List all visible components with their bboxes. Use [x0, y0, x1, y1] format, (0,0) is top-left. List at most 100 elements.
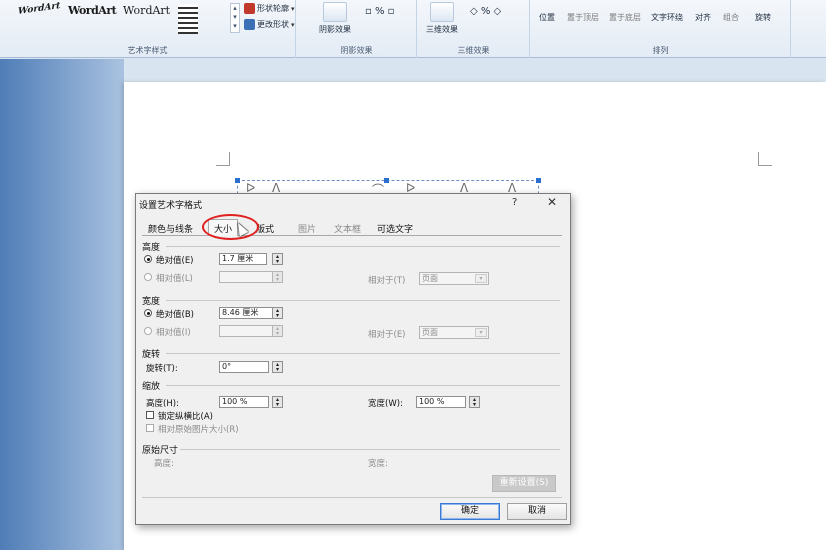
height-relative-to-label: 相对于(T) — [368, 276, 406, 286]
group-3d-effects: 三维效果 ◇ % ◇ 三维效果 — [418, 0, 530, 58]
group-label-arrange: 排列 — [652, 46, 669, 55]
height-relative-to-select[interactable]: 页面 ▾ — [419, 272, 489, 285]
wordart-style-3[interactable]: WordArt — [123, 4, 170, 17]
tab-colors-lines[interactable]: 颜色与线条 — [148, 222, 193, 235]
width-relative-label: 相对值(I) — [156, 328, 191, 338]
margin-corner-right — [758, 152, 772, 166]
scale-height-input[interactable]: 100 % — [219, 396, 269, 408]
width-absolute-spinner[interactable]: ▴ ▾ — [272, 307, 283, 319]
group-label-shadow-effects: 阴影效果 — [340, 46, 373, 55]
original-width-label: 宽度: — [368, 459, 388, 469]
rotate-spinner[interactable]: ▴ ▾ — [272, 361, 283, 373]
width-relative-radio[interactable] — [144, 327, 152, 335]
width-relative-to-label: 相对于(E) — [368, 330, 406, 340]
format-wordart-dialog: 设置艺术字格式 ? ✕ 颜色与线条 大小 版式 图片 文本框 可选文字 高度 绝… — [135, 193, 571, 525]
width-absolute-input[interactable]: 8.46 厘米 — [219, 307, 273, 319]
scale-width-label: 宽度(W): — [368, 399, 403, 409]
height-absolute-radio[interactable] — [144, 255, 152, 263]
wordart-style-1[interactable]: WordArt — [18, 1, 60, 17]
width-relative-to-value: 页面 — [422, 328, 438, 337]
section-divider — [166, 300, 560, 301]
shadow-nudge-buttons[interactable]: ▫ % ▫ — [365, 6, 394, 17]
width-relative-spinner[interactable]: ▴ ▾ — [272, 325, 283, 337]
section-divider — [166, 246, 560, 247]
wordart-style-4[interactable] — [178, 4, 198, 34]
cancel-button[interactable]: 取消 — [507, 503, 567, 520]
close-icon[interactable]: ✕ — [547, 195, 557, 209]
height-relative-radio[interactable] — [144, 273, 152, 281]
height-relative-label: 相对值(L) — [156, 274, 193, 284]
bring-to-front-label: 置于顶层 — [567, 13, 599, 22]
height-absolute-label: 绝对值(E) — [156, 256, 194, 266]
section-scale-header: 缩放 — [142, 382, 161, 392]
group-arrange: 位置 置于顶层 置于底层 文字环绕 对齐 组合 旋转 排列 — [531, 0, 791, 58]
width-relative-to-select[interactable]: 页面 ▾ — [419, 326, 489, 339]
resize-handle[interactable] — [536, 178, 541, 183]
shadow-effect-button[interactable]: 阴影效果 — [315, 2, 355, 35]
resize-handle[interactable] — [235, 178, 240, 183]
dialog-title: 设置艺术字格式 — [139, 201, 203, 211]
align-label: 对齐 — [695, 13, 711, 22]
wordart-style-2[interactable]: WordArt — [68, 4, 117, 17]
tab-picture[interactable]: 图片 — [298, 222, 316, 235]
relative-original-checkbox[interactable] — [146, 424, 154, 432]
section-divider — [180, 449, 560, 450]
ribbon: WordArt WordArt WordArt ▴ ▾ ▾ 形状轮廓 ▾ 更改形状 ▾ … — [0, 0, 826, 58]
position-label: 位置 — [539, 13, 555, 22]
shape-outline-button[interactable]: 形状轮廓 ▾ — [244, 3, 295, 14]
group-label-3d-effects: 三维效果 — [457, 46, 490, 55]
height-relative-input[interactable] — [219, 271, 279, 283]
3d-tilt-buttons[interactable]: ◇ % ◇ — [470, 6, 501, 17]
highlight-circle — [202, 214, 259, 240]
scale-height-label: 高度(H): — [146, 399, 179, 409]
shadow-effect-label: 阴影效果 — [319, 25, 351, 34]
resize-handle[interactable] — [384, 178, 389, 183]
text-wrap-button[interactable]: 文字环绕 — [647, 12, 687, 23]
scale-width-input[interactable]: 100 % — [416, 396, 466, 408]
position-button[interactable]: 位置 — [527, 12, 567, 23]
group-label: 组合 — [723, 13, 739, 22]
bring-to-front-button[interactable]: 置于顶层 — [563, 12, 603, 23]
group-label-wordart-styles: 艺术字样式 — [127, 46, 168, 55]
height-absolute-input[interactable]: 1.7 厘米 — [219, 253, 267, 265]
ok-button[interactable]: 确定 — [440, 503, 500, 520]
shape-outline-label: 形状轮廓 — [257, 4, 289, 13]
height-absolute-spinner[interactable]: ▴ ▾ — [272, 253, 283, 265]
tab-alt-text[interactable]: 可选文字 — [377, 222, 413, 235]
3d-effect-button[interactable]: 三维效果 — [422, 2, 462, 35]
rotate-button[interactable]: 旋转 — [743, 12, 783, 23]
original-height-label: 高度: — [154, 459, 174, 469]
rotate-label: 旋转 — [755, 13, 771, 22]
gallery-scroll[interactable]: ▴ ▾ ▾ — [230, 3, 240, 33]
section-divider — [166, 385, 560, 386]
shape-outline-icon — [244, 3, 255, 14]
send-to-back-button[interactable]: 置于底层 — [605, 12, 645, 23]
section-original-header: 原始尺寸 — [142, 446, 179, 456]
chevron-down-icon: ▾ — [475, 274, 487, 283]
tab-textbox[interactable]: 文本框 — [334, 222, 361, 235]
group-shadow-effects: 阴影效果 ▫ % ▫ 阴影效果 — [297, 0, 417, 58]
lock-aspect-label: 锁定纵横比(A) — [158, 412, 213, 422]
width-relative-input[interactable] — [219, 325, 279, 337]
shadow-effect-icon — [323, 2, 347, 22]
section-divider — [166, 353, 560, 354]
footer-divider — [142, 497, 562, 498]
lock-aspect-checkbox[interactable] — [146, 411, 154, 419]
scale-width-spinner[interactable]: ▴ ▾ — [469, 396, 480, 408]
scale-height-spinner[interactable]: ▴ ▾ — [272, 396, 283, 408]
chevron-down-icon: ▾ — [475, 328, 487, 337]
reset-button[interactable]: 重新设置(S) — [492, 475, 556, 492]
text-wrap-label: 文字环绕 — [651, 13, 683, 22]
rotate-input[interactable]: 0° — [219, 361, 269, 373]
section-rotate-header: 旋转 — [142, 350, 161, 360]
section-height-header: 高度 — [142, 243, 161, 253]
width-absolute-label: 绝对值(B) — [156, 310, 194, 320]
help-icon[interactable]: ? — [512, 197, 517, 208]
3d-effect-label: 三维效果 — [426, 25, 458, 34]
dialog-tabs: 颜色与线条 大小 版式 图片 文本框 可选文字 — [142, 214, 562, 240]
rotate-label: 旋转(T): — [146, 364, 178, 374]
change-shape-button[interactable]: 更改形状 ▾ — [244, 19, 295, 30]
document-background — [0, 59, 124, 550]
width-absolute-radio[interactable] — [144, 309, 152, 317]
height-relative-spinner[interactable]: ▴ ▾ — [272, 271, 283, 283]
